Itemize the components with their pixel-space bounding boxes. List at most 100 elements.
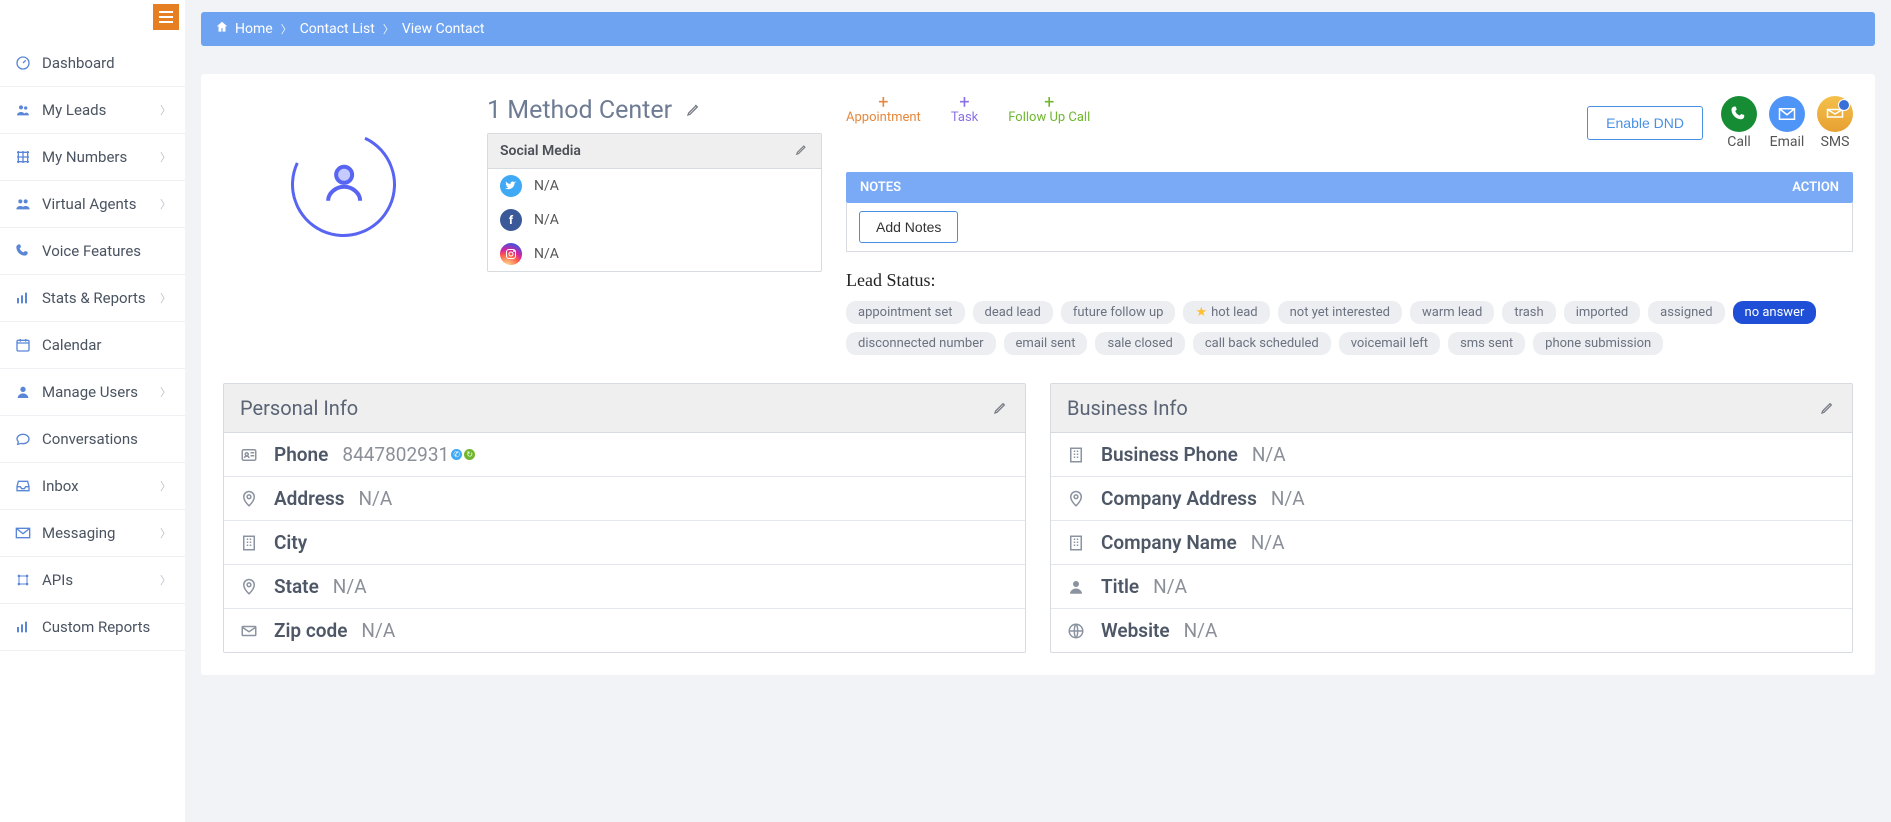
lead-status-tag[interactable]: dead lead	[973, 301, 1053, 324]
edit-personal-icon[interactable]	[993, 396, 1009, 420]
sms-button[interactable]	[1817, 96, 1853, 132]
hamburger-toggle[interactable]	[153, 4, 179, 30]
sidebar-item-messaging[interactable]: Messaging〉	[0, 510, 185, 557]
sidebar-item-label: Calendar	[42, 336, 102, 354]
info-value: N/A	[1251, 531, 1285, 554]
lead-status-tag[interactable]: sale closed	[1095, 332, 1184, 355]
notes-label: NOTES	[860, 180, 901, 195]
chat-icon	[14, 431, 32, 447]
users-icon	[14, 102, 32, 118]
phone-action-icons[interactable]: ✆↻	[451, 449, 475, 460]
chevron-right-icon: 〉	[160, 290, 171, 306]
lead-status-tag[interactable]: appointment set	[846, 301, 965, 324]
info-value: N/A	[359, 487, 393, 510]
lead-status-tag[interactable]: email sent	[1004, 332, 1088, 355]
info-row: WebsiteN/A	[1051, 609, 1852, 652]
lead-status-tag[interactable]: disconnected number	[846, 332, 996, 355]
lead-status-tag[interactable]: phone submission	[1533, 332, 1663, 355]
home-icon	[215, 20, 229, 38]
lead-status-tag[interactable]: no answer	[1733, 301, 1817, 324]
chevron-right-icon: 〉	[160, 196, 171, 212]
edit-name-icon[interactable]	[686, 101, 702, 121]
contact-name: 1 Method Center	[487, 96, 672, 125]
chevron-right-icon: 〉	[383, 21, 394, 37]
lead-status-tag[interactable]: not yet interested	[1278, 301, 1402, 324]
info-label: Company Address	[1101, 487, 1257, 510]
add-notes-button[interactable]: Add Notes	[859, 211, 958, 243]
sidebar-item-inbox[interactable]: Inbox〉	[0, 463, 185, 510]
instagram-value: N/A	[534, 246, 559, 262]
call-button[interactable]	[1721, 96, 1757, 132]
add-appointment-button[interactable]: + Appointment	[846, 96, 921, 125]
enable-dnd-button[interactable]: Enable DND	[1587, 106, 1703, 140]
info-value: N/A	[333, 575, 367, 598]
lead-status-tag[interactable]: future follow up	[1061, 301, 1176, 324]
envelope-icon	[14, 525, 32, 541]
info-value: 8447802931	[342, 443, 449, 466]
sidebar-item-stats-reports[interactable]: Stats & Reports 〉	[0, 275, 185, 322]
info-row: City	[224, 521, 1025, 565]
sidebar-item-my-numbers[interactable]: My Numbers〉	[0, 134, 185, 181]
info-row: TitleN/A	[1051, 565, 1852, 609]
sidebar-item-voice-features[interactable]: Voice Features	[0, 228, 185, 275]
sidebar-item-dashboard[interactable]: Dashboard	[0, 40, 185, 87]
user-icon	[14, 384, 32, 400]
phone-icon	[14, 243, 32, 259]
facebook-icon: f	[500, 209, 522, 231]
lead-status-tag[interactable]: assigned	[1648, 301, 1724, 324]
add-task-button[interactable]: + Task	[951, 96, 978, 125]
api-icon	[14, 572, 32, 588]
person-icon	[1067, 578, 1091, 596]
add-followup-button[interactable]: + Follow Up Call	[1008, 96, 1090, 125]
email-button[interactable]	[1769, 96, 1805, 132]
edit-social-icon[interactable]	[795, 142, 809, 160]
info-row: Phone8447802931✆↻	[224, 433, 1025, 477]
sidebar-item-manage-users[interactable]: Manage Users〉	[0, 369, 185, 416]
lead-status-tag[interactable]: voicemail left	[1339, 332, 1440, 355]
chevron-right-icon: 〉	[160, 102, 171, 118]
call-label: Call	[1721, 134, 1757, 150]
sidebar-item-conversations[interactable]: Conversations	[0, 416, 185, 463]
info-label: State	[274, 575, 319, 598]
facebook-value: N/A	[534, 212, 559, 228]
avatar	[276, 117, 411, 252]
sidebar-item-label: Manage Users	[42, 383, 138, 401]
breadcrumb-contact-list[interactable]: Contact List	[300, 21, 375, 37]
chevron-right-icon: 〉	[160, 478, 171, 494]
lead-status-tag[interactable]: sms sent	[1448, 332, 1525, 355]
id-icon	[240, 446, 264, 464]
bars-icon	[14, 290, 32, 306]
lead-status-tag[interactable]: ★hot lead	[1183, 301, 1269, 324]
sidebar-item-label: Conversations	[42, 430, 138, 448]
info-value: N/A	[361, 619, 395, 642]
info-row: Company AddressN/A	[1051, 477, 1852, 521]
lead-status-tag[interactable]: call back scheduled	[1193, 332, 1331, 355]
sidebar-item-calendar[interactable]: Calendar	[0, 322, 185, 369]
sidebar-nav: DashboardMy Leads〉My Numbers〉Virtual Age…	[0, 40, 185, 651]
sidebar-item-virtual-agents[interactable]: Virtual Agents〉	[0, 181, 185, 228]
pin-icon	[1067, 490, 1091, 508]
breadcrumb-home[interactable]: Home	[235, 21, 273, 37]
pin-icon	[240, 578, 264, 596]
instagram-icon	[500, 243, 522, 265]
chevron-right-icon: 〉	[160, 149, 171, 165]
building-icon	[240, 534, 264, 552]
lead-status-tag[interactable]: trash	[1502, 301, 1555, 324]
sidebar-item-label: My Leads	[42, 101, 106, 119]
sidebar-item-label: Messaging	[42, 524, 115, 542]
lead-status-tag[interactable]: imported	[1564, 301, 1640, 324]
grid-icon	[14, 149, 32, 165]
mail-icon	[240, 622, 264, 640]
lead-status-tag[interactable]: warm lead	[1410, 301, 1494, 324]
edit-business-icon[interactable]	[1820, 396, 1836, 420]
info-label: Website	[1101, 619, 1170, 642]
sidebar-item-custom-reports[interactable]: Custom Reports	[0, 604, 185, 651]
sidebar-item-label: Stats & Reports	[42, 289, 146, 307]
sidebar-item-my-leads[interactable]: My Leads 〉	[0, 87, 185, 134]
lead-status-tags: appointment set dead lead future follow up…	[846, 301, 1853, 355]
info-label: Zip code	[274, 619, 347, 642]
bars-icon	[14, 619, 32, 635]
sidebar-item-apis[interactable]: APIs〉	[0, 557, 185, 604]
pin-icon	[240, 490, 264, 508]
globe-icon	[1067, 622, 1091, 640]
